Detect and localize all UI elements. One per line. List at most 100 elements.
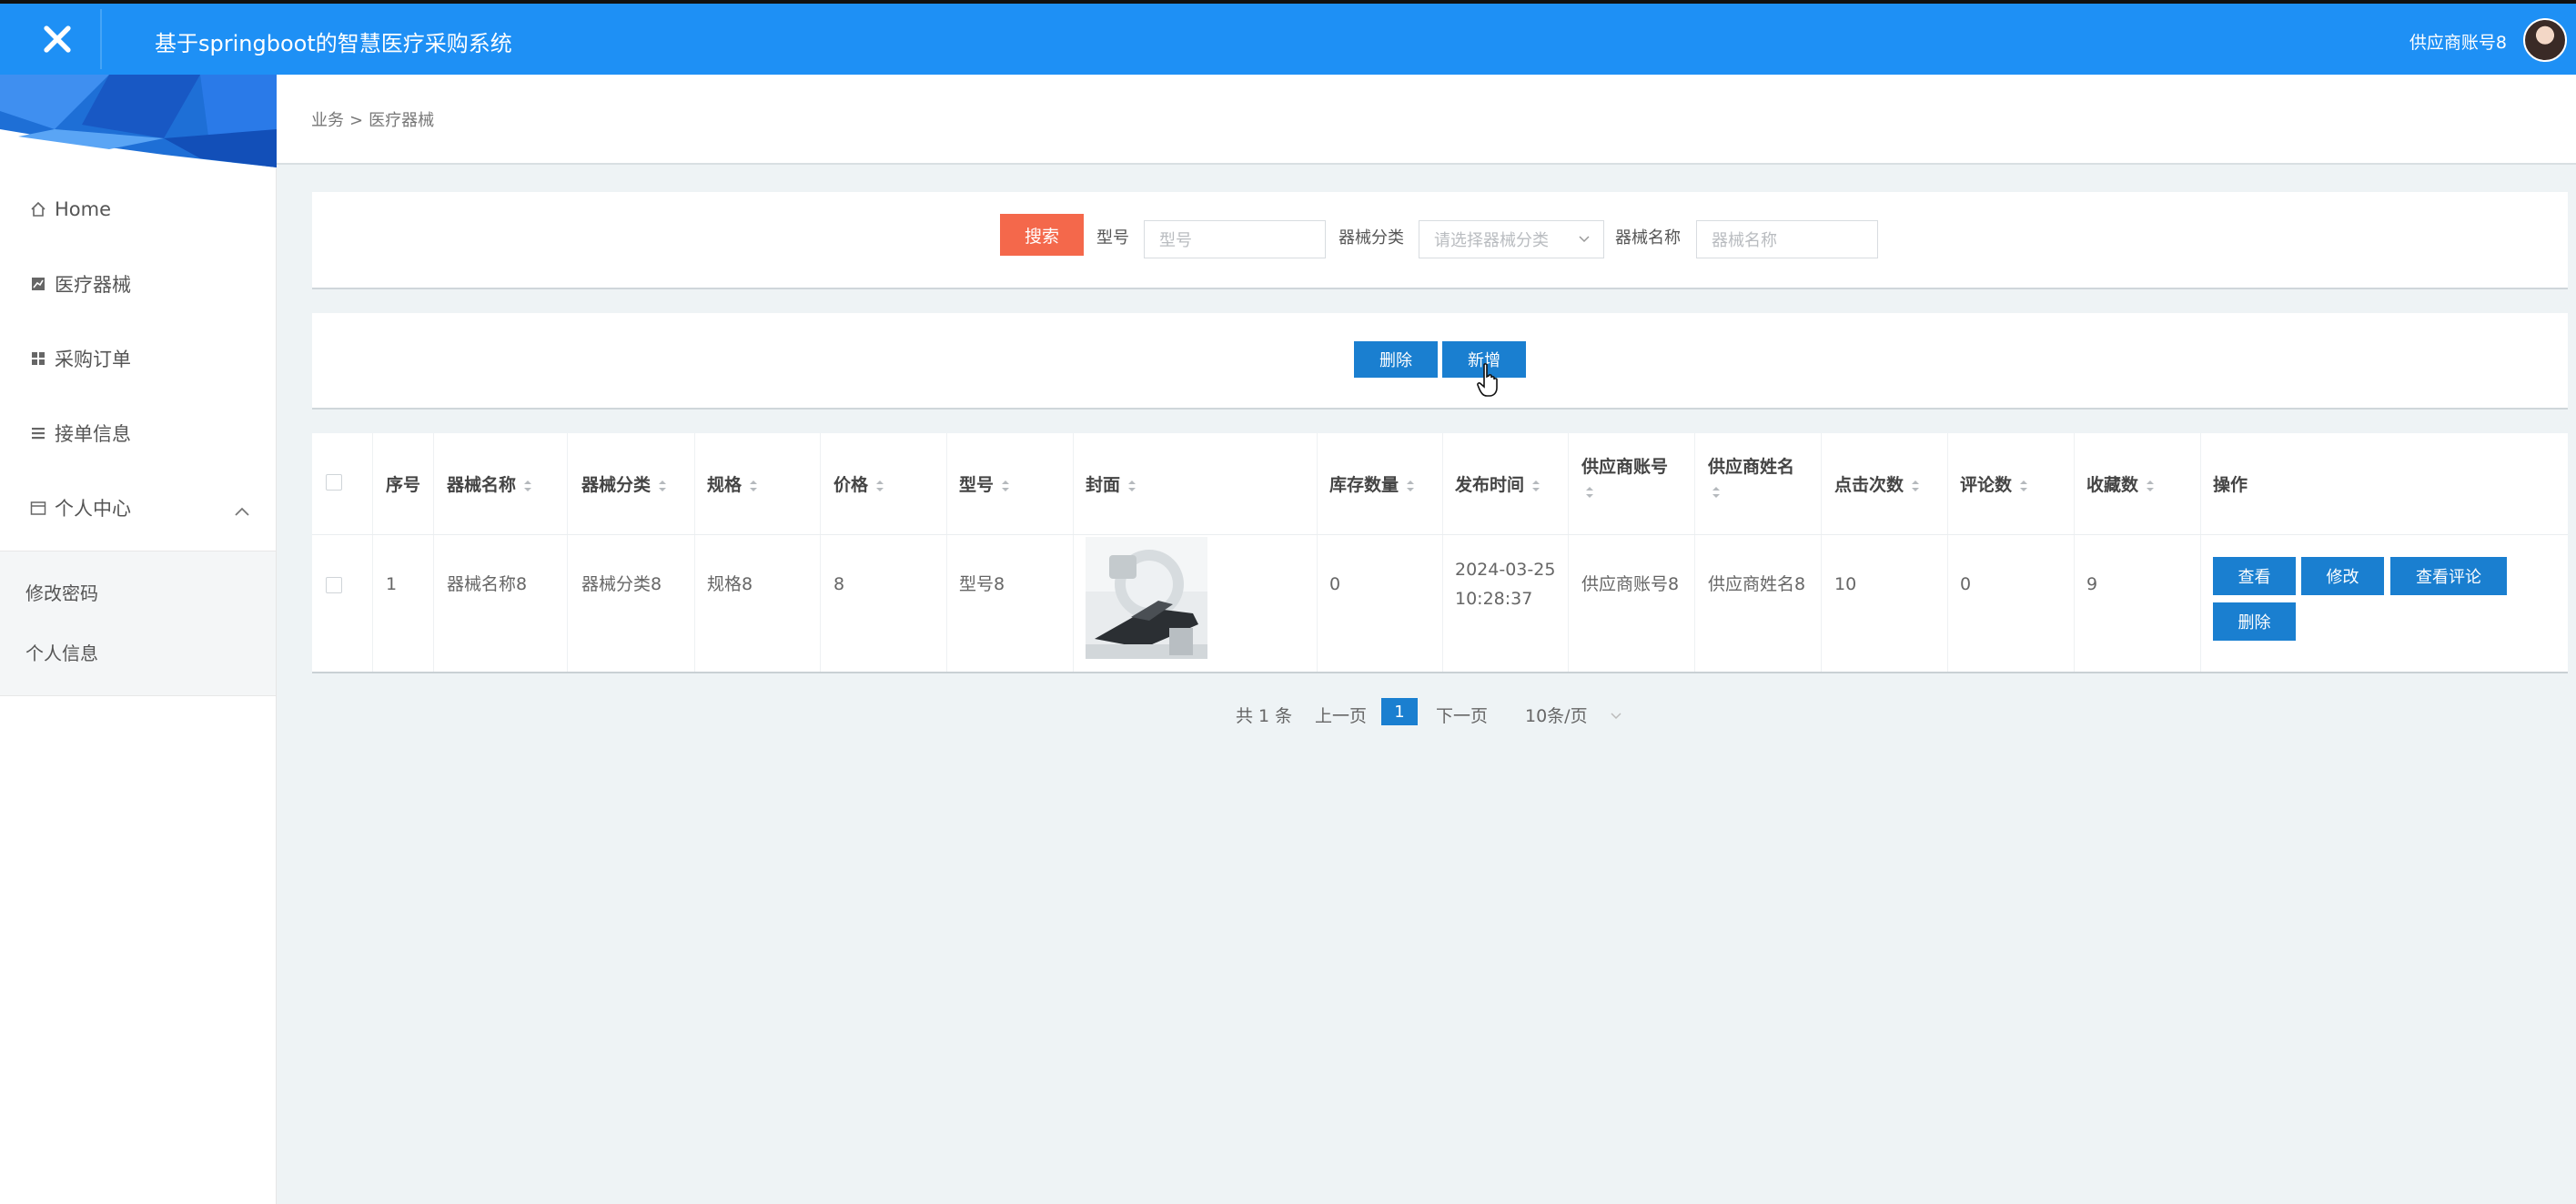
header-cover[interactable]: 封面 <box>1086 471 1136 496</box>
header-supplier-name[interactable]: 供应商姓名 <box>1708 453 1817 500</box>
sidebar-item-label: 医疗器械 <box>55 274 131 296</box>
header-category-label: 器械分类 <box>581 475 652 495</box>
avatar[interactable] <box>2523 18 2567 62</box>
pagination-prev[interactable]: 上一页 <box>1315 703 1367 727</box>
submenu-personal-info[interactable]: 个人信息 <box>25 639 98 665</box>
cell-price: 8 <box>833 574 845 594</box>
name-input[interactable]: 器械名称 <box>1696 220 1878 258</box>
sidebar: Home 医疗器械 采购订单 接单信息 个人中心 修改密码 个人信息 <box>0 75 277 1204</box>
header-supplier-account[interactable]: 供应商账号 <box>1581 453 1691 500</box>
header-cover-label: 封面 <box>1086 475 1121 495</box>
cell-stock: 0 <box>1329 574 1341 594</box>
row-delete-button[interactable]: 删除 <box>2213 602 2296 641</box>
header-clicks-label: 点击次数 <box>1834 475 1904 495</box>
cell-name: 器械名称8 <box>447 574 528 594</box>
pagination-total: 共 1 条 <box>1236 706 1293 726</box>
cell-publish-clock: 10:28:37 <box>1455 589 1533 609</box>
list-icon <box>29 424 47 442</box>
sidebar-banner-art <box>0 75 277 167</box>
sort-icon <box>1586 487 1593 498</box>
sort-icon <box>1407 480 1415 491</box>
category-select[interactable]: 请选择器械分类 <box>1419 220 1604 258</box>
pagination-current-page[interactable]: 1 <box>1381 698 1418 725</box>
sidebar-item-label: Home <box>55 198 112 220</box>
header-name[interactable]: 器械名称 <box>447 471 532 496</box>
sort-icon <box>524 480 532 491</box>
cell-category: 器械分类8 <box>581 574 662 594</box>
close-icon <box>44 25 71 53</box>
cell-index: 1 <box>386 574 398 594</box>
header-supplier-name-label: 供应商姓名 <box>1708 457 1795 477</box>
sort-icon <box>1712 487 1720 498</box>
cell-spec: 规格8 <box>707 574 753 594</box>
table-row: 1 器械名称8 器械分类8 规格8 8 型号8 0 2024-03-25 10:… <box>312 535 2568 672</box>
header-publish-time-label: 发布时间 <box>1455 475 1525 495</box>
sort-icon <box>750 480 758 491</box>
device-cover-image[interactable] <box>1086 537 1207 659</box>
sort-icon <box>876 480 884 491</box>
header-comments-label: 评论数 <box>1960 475 2013 495</box>
header-stock[interactable]: 库存数量 <box>1329 471 1415 496</box>
cell-supplier-name: 供应商姓名8 <box>1708 574 1806 594</box>
header-name-label: 器械名称 <box>447 475 517 495</box>
view-comments-button[interactable]: 查看评论 <box>2390 557 2507 595</box>
sidebar-item-personal-center[interactable]: 个人中心 <box>29 490 131 526</box>
personal-center-submenu: 修改密码 个人信息 <box>0 551 276 696</box>
sort-icon <box>1128 480 1136 491</box>
user-name[interactable]: 供应商账号8 <box>2409 29 2507 54</box>
close-menu-button[interactable] <box>15 9 102 69</box>
cell-publish-date: 2024-03-25 <box>1455 560 1556 580</box>
edit-button[interactable]: 修改 <box>2301 557 2384 595</box>
home-icon <box>29 200 47 218</box>
pagination-next[interactable]: 下一页 <box>1436 703 1488 727</box>
breadcrumb-separator: > <box>349 111 364 130</box>
chart-icon <box>29 275 47 293</box>
header-spec[interactable]: 规格 <box>707 471 758 496</box>
submenu-change-password[interactable]: 修改密码 <box>25 579 98 605</box>
header-price[interactable]: 价格 <box>833 471 884 496</box>
chevron-down-icon <box>1611 713 1621 720</box>
search-button[interactable]: 搜索 <box>1000 214 1084 256</box>
cell-favorites: 9 <box>2086 574 2098 594</box>
sort-icon <box>659 480 667 491</box>
breadcrumb-parent[interactable]: 业务 <box>311 111 344 130</box>
sidebar-item-devices[interactable]: 医疗器械 <box>29 266 131 302</box>
hand-cursor-icon <box>1477 363 1498 397</box>
breadcrumb-current: 医疗器械 <box>369 111 435 130</box>
app-title: 基于springboot的智慧医疗采购系统 <box>155 31 512 56</box>
header-publish-time[interactable]: 发布时间 <box>1455 471 1541 496</box>
pagination-page-size[interactable]: 10条/页 <box>1525 703 1622 727</box>
category-select-placeholder: 请选择器械分类 <box>1434 231 1549 250</box>
header-supplier-account-label: 供应商账号 <box>1581 457 1669 477</box>
chevron-down-icon <box>1579 236 1590 243</box>
cell-publish-time: 2024-03-25 10:28:37 <box>1455 555 1555 613</box>
model-input[interactable]: 型号 <box>1144 220 1326 258</box>
sidebar-item-accept-info[interactable]: 接单信息 <box>29 415 131 451</box>
sidebar-item-orders[interactable]: 采购订单 <box>29 340 131 377</box>
row-checkbox[interactable] <box>326 577 342 593</box>
header-category[interactable]: 器械分类 <box>581 471 667 496</box>
header-model-label: 型号 <box>959 475 995 495</box>
sort-icon <box>2147 480 2155 491</box>
header-ops: 操作 <box>2213 475 2248 495</box>
header-favorites[interactable]: 收藏数 <box>2086 471 2155 496</box>
chevron-up-icon[interactable] <box>233 504 251 519</box>
delete-button[interactable]: 删除 <box>1354 341 1438 378</box>
header-clicks[interactable]: 点击次数 <box>1834 471 1920 496</box>
header-stock-label: 库存数量 <box>1329 475 1399 495</box>
header-model[interactable]: 型号 <box>959 471 1010 496</box>
header-comments[interactable]: 评论数 <box>1960 471 2028 496</box>
header-price-label: 价格 <box>833 475 869 495</box>
header-favorites-label: 收藏数 <box>2086 475 2139 495</box>
select-all-checkbox[interactable] <box>326 474 342 491</box>
cell-model: 型号8 <box>959 574 1005 594</box>
cell-clicks: 10 <box>1834 574 1857 594</box>
cell-comments: 0 <box>1960 574 1972 594</box>
sidebar-item-home[interactable]: Home <box>29 191 111 228</box>
sidebar-item-label: 接单信息 <box>55 423 131 445</box>
view-button[interactable]: 查看 <box>2213 557 2296 595</box>
sort-icon <box>1912 480 1920 491</box>
category-label: 器械分类 <box>1339 228 1404 248</box>
search-panel: 搜索 型号 型号 器械分类 请选择器械分类 器械名称 器械名称 <box>312 192 2568 289</box>
model-label: 型号 <box>1096 228 1129 248</box>
